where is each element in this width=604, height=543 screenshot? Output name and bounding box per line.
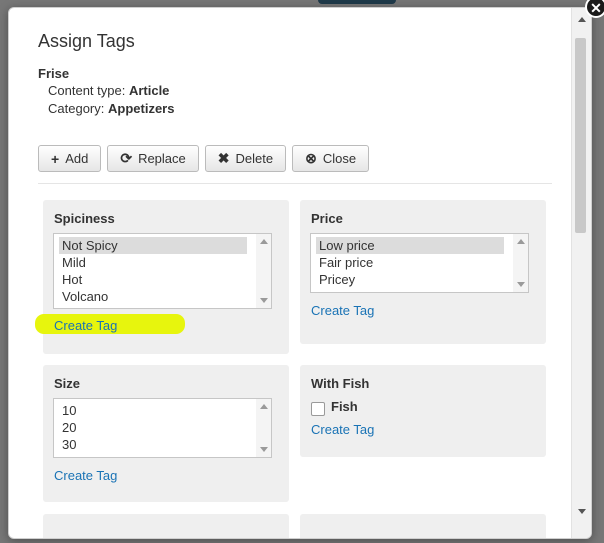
delete-button-label: Delete bbox=[235, 151, 274, 166]
scroll-down-icon[interactable] bbox=[260, 447, 268, 452]
dialog-close-icon[interactable]: ✕ bbox=[585, 0, 604, 18]
price-listbox[interactable]: Low price Fair price Pricey bbox=[310, 233, 529, 293]
content-type-label: Content type: bbox=[48, 83, 126, 98]
fish-checkbox[interactable] bbox=[311, 402, 325, 416]
x-icon: ✖ bbox=[217, 150, 230, 166]
content-type-line: Content type: Article bbox=[48, 83, 169, 98]
dialog-title: Assign Tags bbox=[38, 31, 135, 51]
group-with-fish: With Fish Fish Create Tag bbox=[300, 365, 546, 457]
option-not-spicy[interactable]: Not Spicy bbox=[59, 237, 247, 254]
group-next-right bbox=[300, 514, 546, 538]
scroll-up-icon[interactable] bbox=[517, 239, 525, 244]
category-label: Category: bbox=[48, 101, 105, 116]
circle-x-icon: ⊗ bbox=[305, 150, 317, 166]
size-listbox[interactable]: 10 20 30 bbox=[53, 398, 272, 458]
assign-tags-dialog: Assign Tags Frise Content type: Article … bbox=[8, 7, 592, 539]
with-fish-create-tag-link[interactable]: Create Tag bbox=[311, 422, 374, 437]
group-price: Price Low price Fair price Pricey Create… bbox=[300, 200, 546, 344]
content-type-value: Article bbox=[128, 83, 170, 98]
replace-button[interactable]: ⟳ Replace bbox=[107, 145, 199, 172]
spiciness-create-tag-link[interactable]: Create Tag bbox=[54, 318, 117, 333]
close-button-label: Close bbox=[322, 151, 357, 166]
listbox-scrollbar[interactable] bbox=[513, 234, 528, 292]
group-spiciness: Spiciness Not Spicy Mild Hot Volcano Cre… bbox=[35, 200, 289, 354]
add-button[interactable]: + Add bbox=[38, 145, 102, 172]
dialog-scrollbar[interactable] bbox=[571, 8, 591, 538]
replace-button-label: Replace bbox=[138, 151, 186, 166]
option-fair-price[interactable]: Fair price bbox=[311, 254, 528, 271]
option-hot[interactable]: Hot bbox=[54, 271, 271, 288]
fish-checkbox-label[interactable]: Fish bbox=[331, 399, 358, 414]
scroll-down-icon[interactable] bbox=[578, 509, 586, 514]
group-size: Size 10 20 30 Create Tag bbox=[43, 365, 289, 502]
spiciness-listbox[interactable]: Not Spicy Mild Hot Volcano bbox=[53, 233, 272, 309]
delete-button[interactable]: ✖ Delete bbox=[204, 145, 287, 172]
close-button[interactable]: ⊗ Close bbox=[292, 145, 370, 172]
option-30[interactable]: 30 bbox=[54, 436, 271, 453]
toolbar-divider bbox=[38, 183, 552, 184]
option-20[interactable]: 20 bbox=[54, 419, 271, 436]
scroll-down-icon[interactable] bbox=[517, 282, 525, 287]
listbox-scrollbar[interactable] bbox=[256, 234, 271, 308]
category-value: Appetizers bbox=[108, 101, 175, 116]
scroll-up-icon[interactable] bbox=[578, 17, 586, 22]
node-title: Frise bbox=[38, 66, 70, 81]
refresh-icon: ⟳ bbox=[120, 150, 133, 166]
scrollbar-thumb[interactable] bbox=[575, 38, 586, 233]
option-volcano[interactable]: Volcano bbox=[54, 288, 271, 305]
group-with-fish-label: With Fish bbox=[311, 376, 370, 391]
action-toolbar: + Add ⟳ Replace ✖ Delete ⊗ Close bbox=[38, 145, 370, 172]
option-pricey[interactable]: Pricey bbox=[311, 271, 528, 288]
option-10[interactable]: 10 bbox=[54, 402, 271, 419]
option-low-price[interactable]: Low price bbox=[316, 237, 504, 254]
group-spiciness-label: Spiciness bbox=[54, 211, 115, 226]
group-next-left bbox=[43, 514, 289, 538]
group-size-label: Size bbox=[54, 376, 81, 391]
plus-icon: + bbox=[51, 150, 60, 167]
option-mild[interactable]: Mild bbox=[54, 254, 271, 271]
price-create-tag-link[interactable]: Create Tag bbox=[311, 303, 374, 318]
scroll-down-icon[interactable] bbox=[260, 298, 268, 303]
background-top-tab bbox=[318, 0, 396, 4]
group-price-label: Price bbox=[311, 211, 343, 226]
listbox-scrollbar[interactable] bbox=[256, 399, 271, 457]
scroll-up-icon[interactable] bbox=[260, 239, 268, 244]
add-button-label: Add bbox=[65, 151, 89, 166]
size-create-tag-link[interactable]: Create Tag bbox=[54, 468, 117, 483]
scroll-up-icon[interactable] bbox=[260, 404, 268, 409]
category-line: Category: Appetizers bbox=[48, 101, 174, 116]
